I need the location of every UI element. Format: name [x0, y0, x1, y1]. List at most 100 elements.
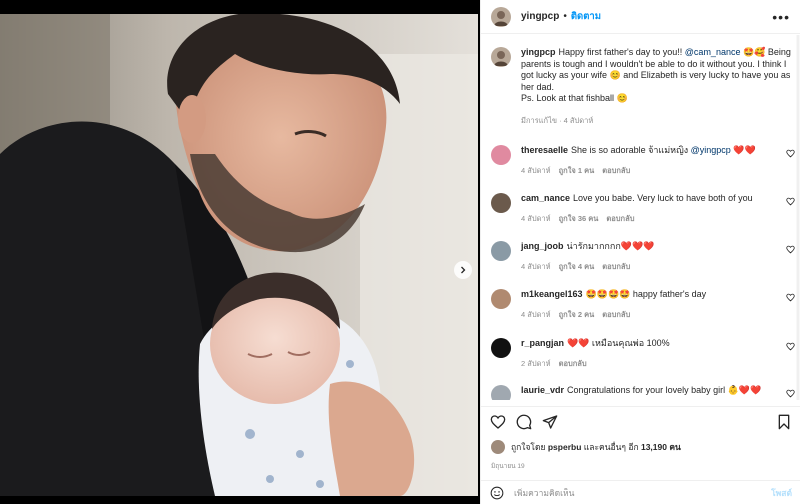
comment-meta: 4 สัปดาห์ ถูกใจ 36 คน ตอบกลับ — [521, 213, 771, 225]
post-media[interactable] — [0, 14, 478, 496]
comment-item: r_pangjan ❤️❤️ เหมือนคุณพ่อ 100% 2 สัปดาห์… — [481, 338, 800, 370]
post-date[interactable]: มิถุนายน 19 — [491, 461, 525, 471]
commenter-username[interactable]: theresaelle — [521, 145, 568, 155]
comments-scrollbar[interactable] — [796, 35, 800, 400]
separator-dot: • — [563, 11, 567, 22]
comment-like-heart-icon[interactable] — [786, 149, 795, 158]
caption-meta: มีการแก้ไข · 4 สัปดาห์ — [521, 115, 594, 125]
comment-emoji-suffix: ❤️❤️❤️ — [620, 241, 655, 251]
commenter-avatar[interactable] — [491, 289, 511, 309]
comment-body: r_pangjan ❤️❤️ เหมือนคุณพ่อ 100% 2 สัปดาห์… — [521, 338, 771, 370]
commenter-username[interactable]: jang_joob — [521, 241, 564, 251]
commenter-username[interactable]: cam_nance — [521, 193, 570, 203]
comment-icon[interactable] — [516, 414, 532, 430]
post-comment-button[interactable]: โพสต์ — [771, 486, 792, 500]
chevron-right-icon — [461, 266, 466, 274]
post-details-panel: yingpcp • ติดตาม ••• yingpcp Happy first … — [480, 0, 800, 504]
likes-prefix: ถูกใจโดย — [511, 442, 548, 452]
likes-text: ถูกใจโดย psperbu และคนอื่นๆ อีก 13,190 ค… — [511, 440, 681, 454]
heart-icon[interactable] — [490, 414, 506, 430]
comment-item: theresaelle She is so adorable จ้าแม่หญิง… — [481, 145, 800, 177]
add-comment-bar: โพสต์ — [481, 480, 800, 504]
paper-plane-icon[interactable] — [542, 414, 558, 430]
more-horizontal-icon[interactable]: ••• — [772, 10, 790, 24]
smiley-icon[interactable] — [490, 486, 504, 500]
caption-mention[interactable]: @cam_nance — [685, 47, 741, 57]
caption-ps: Ps. Look at that fishball 😊 — [521, 93, 628, 103]
comment-body: cam_nance Love you babe. Very luck to hav… — [521, 193, 771, 225]
comment-body: m1keangel163 🤩🤩🤩🤩 happy father's day 4 สัป… — [521, 289, 771, 321]
comment-content: 🤩🤩🤩🤩 happy father's day — [585, 289, 707, 299]
comment-age: 4 สัปดาห์ — [521, 166, 551, 175]
reply-button[interactable]: ตอบกลับ — [559, 358, 587, 370]
comment-mention[interactable]: @yingpcp — [691, 145, 731, 155]
comment-age: 4 สัปดาห์ — [521, 214, 551, 223]
bookmark-icon[interactable] — [776, 414, 792, 430]
commenter-username[interactable]: m1keangel163 — [521, 289, 583, 299]
comment-content: She is so adorable จ้าแม่หญิง — [571, 145, 691, 155]
comment-like-heart-icon[interactable] — [786, 389, 795, 398]
comment-content: ❤️❤️ เหมือนคุณพ่อ 100% — [567, 338, 670, 348]
comment-like-heart-icon[interactable] — [786, 342, 795, 351]
comment-likes[interactable]: ถูกใจ 36 คน — [559, 213, 599, 225]
caption-text-start: Happy first father's day to you!! — [558, 47, 685, 57]
commenter-avatar[interactable] — [491, 241, 511, 261]
photo-father-and-baby — [0, 14, 478, 496]
carousel-next-button[interactable] — [454, 261, 472, 279]
commenter-avatar[interactable] — [491, 193, 511, 213]
comment-body: theresaelle She is so adorable จ้าแม่หญิง… — [521, 145, 771, 177]
reply-button[interactable]: ตอบกลับ — [606, 213, 634, 225]
liker-avatar — [491, 440, 505, 454]
comments-list[interactable]: yingpcp Happy first father's day to you!!… — [481, 35, 800, 400]
commenter-avatar[interactable] — [491, 385, 511, 400]
comment-emoji-suffix: ❤️❤️ — [730, 145, 756, 155]
comment-item: m1keangel163 🤩🤩🤩🤩 happy father's day 4 สัป… — [481, 289, 800, 321]
commenter-username[interactable]: laurie_vdr — [521, 385, 564, 395]
comment-text: r_pangjan ❤️❤️ เหมือนคุณพ่อ 100% — [521, 338, 771, 349]
follow-button[interactable]: ติดตาม — [571, 9, 601, 24]
commenter-avatar[interactable] — [491, 145, 511, 165]
likes-suffix: คน — [666, 442, 681, 452]
comment-text: theresaelle She is so adorable จ้าแม่หญิง… — [521, 145, 771, 156]
comment-text: cam_nance Love you babe. Very luck to hav… — [521, 193, 771, 204]
reply-button[interactable]: ตอบกลับ — [602, 261, 630, 273]
likes-user[interactable]: psperbu — [548, 442, 582, 452]
comment-item: laurie_vdr Congratulations for your lovel… — [481, 385, 800, 400]
caption-username[interactable]: yingpcp — [521, 47, 556, 57]
comment-likes[interactable]: ถูกใจ 2 คน — [559, 309, 595, 321]
comment-text: jang_joob น่ารักมากกกก❤️❤️❤️ — [521, 241, 771, 252]
caption-body: yingpcp Happy first father's day to you!!… — [521, 47, 791, 126]
comment-content: น่ารักมากกกก — [566, 241, 621, 251]
caption: yingpcp Happy first father's day to you!!… — [481, 35, 800, 126]
comment-like-heart-icon[interactable] — [786, 197, 795, 206]
comment-like-heart-icon[interactable] — [786, 245, 795, 254]
author-username[interactable]: yingpcp — [521, 11, 559, 22]
reply-button[interactable]: ตอบกลับ — [602, 165, 630, 177]
action-bar — [481, 406, 800, 436]
comment-age: 4 สัปดาห์ — [521, 262, 551, 271]
likes-middle: และคนอื่นๆ อีก — [581, 442, 641, 452]
comment-like-heart-icon[interactable] — [786, 293, 795, 302]
comment-content: Love you babe. Very luck to have both of… — [573, 193, 753, 203]
likes-count[interactable]: 13,190 — [641, 442, 667, 452]
reply-button[interactable]: ตอบกลับ — [602, 309, 630, 321]
add-comment-input[interactable] — [514, 487, 744, 498]
commenter-avatar[interactable] — [491, 338, 511, 358]
comment-likes[interactable]: ถูกใจ 4 คน — [559, 261, 595, 273]
comment-body: jang_joob น่ารักมากกกก❤️❤️❤️ 4 สัปดาห์ ถูกใ… — [521, 241, 771, 273]
comment-item: cam_nance Love you babe. Very luck to hav… — [481, 193, 800, 225]
author-avatar[interactable] — [491, 6, 511, 27]
caption-avatar[interactable] — [491, 47, 511, 67]
likes-summary[interactable]: ถูกใจโดย psperbu และคนอื่นๆ อีก 13,190 ค… — [491, 440, 681, 454]
comment-body: laurie_vdr Congratulations for your lovel… — [521, 385, 771, 400]
instagram-post: yingpcp • ติดตาม ••• yingpcp Happy first … — [0, 0, 800, 504]
commenter-username[interactable]: r_pangjan — [521, 338, 564, 348]
comment-meta: 4 สัปดาห์ ถูกใจ 4 คน ตอบกลับ — [521, 261, 771, 273]
comment-age: 2 สัปดาห์ — [521, 359, 551, 368]
comment-age: 4 สัปดาห์ — [521, 310, 551, 319]
comment-content: Congratulations for your lovely baby gir… — [567, 385, 762, 395]
comment-likes[interactable]: ถูกใจ 1 คน — [559, 165, 595, 177]
comment-meta: 4 สัปดาห์ ถูกใจ 2 คน ตอบกลับ — [521, 309, 771, 321]
post-header: yingpcp • ติดตาม ••• — [481, 0, 800, 34]
comment-item: jang_joob น่ารักมากกกก❤️❤️❤️ 4 สัปดาห์ ถูกใ… — [481, 241, 800, 273]
